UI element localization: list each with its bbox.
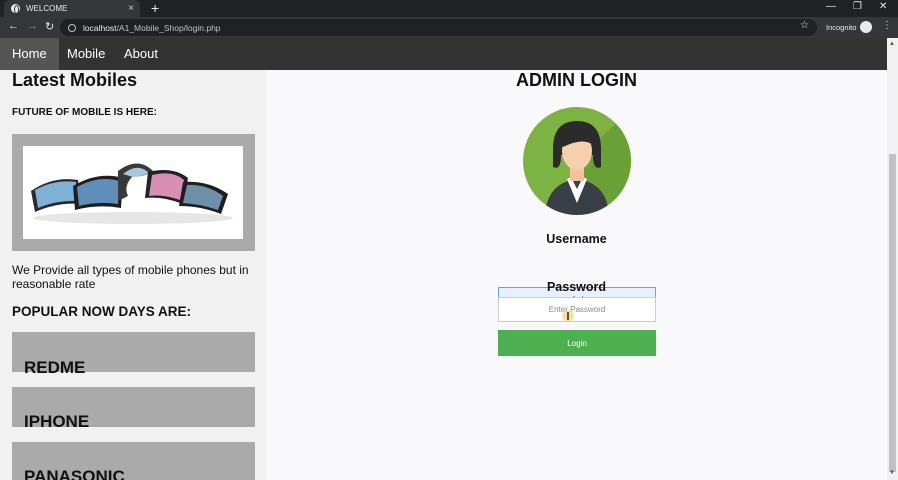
latest-mobiles-heading: Latest Mobiles — [12, 70, 138, 90]
browser-tab[interactable]: WELCOME × — [4, 0, 140, 17]
nav-mobile[interactable]: Mobile — [55, 38, 117, 70]
forward-icon[interactable]: → — [27, 20, 38, 32]
left-sidebar: Latest Mobiles FUTURE OF MOBILE IS HERE: — [0, 70, 266, 480]
close-tab-icon[interactable]: × — [128, 3, 134, 14]
admin-login-title: ADMIN LOGIN — [516, 70, 637, 90]
incognito-label: Incognito — [826, 23, 857, 32]
scroll-up-arrow-icon[interactable]: ▲ — [889, 41, 895, 47]
mouse-cursor-icon — [562, 310, 574, 322]
flexible-phones-image — [23, 146, 243, 239]
scroll-down-arrow-icon[interactable]: ▼ — [889, 470, 895, 476]
scroll-thumb[interactable] — [889, 154, 896, 472]
close-window-icon[interactable]: ✕ — [879, 1, 887, 12]
brand-label-panasonic: PANASONIC — [24, 467, 125, 480]
tab-title: WELCOME — [26, 4, 68, 13]
top-navbar: Home Mobile About — [0, 38, 887, 70]
menu-kebab-icon[interactable]: ⋮ — [882, 20, 892, 31]
reload-icon[interactable]: ↻ — [45, 20, 54, 33]
globe-icon — [11, 4, 20, 14]
new-tab-button[interactable]: + — [151, 0, 159, 16]
back-icon[interactable]: ← — [8, 20, 19, 32]
minimize-icon[interactable]: — — [826, 1, 836, 12]
url-host: localhost — [83, 22, 117, 33]
popular-heading: POPULAR NOW DAYS ARE: — [12, 304, 192, 319]
nav-home[interactable]: Home — [0, 38, 59, 70]
page-viewport: Home Mobile About Latest Mobiles FUTURE … — [0, 38, 887, 480]
browser-tab-strip: WELCOME × + — ❐ ✕ — [0, 0, 898, 17]
address-bar: ← → ↻ localhost /A1_Mobile_Shop/login.ph… — [0, 17, 898, 38]
incognito-icon[interactable] — [860, 21, 872, 33]
url-input[interactable]: localhost /A1_Mobile_Shop/login.php — [60, 19, 817, 36]
future-subheading: FUTURE OF MOBILE IS HERE: — [12, 107, 157, 118]
username-label: Username — [546, 232, 607, 246]
password-input[interactable] — [498, 297, 656, 322]
url-path: /A1_Mobile_Shop/login.php — [116, 22, 221, 33]
bookmark-star-icon[interactable]: ☆ — [800, 20, 809, 31]
mobile-image-frame — [12, 134, 255, 251]
login-button[interactable]: Login — [498, 330, 656, 356]
password-label: Password — [546, 280, 607, 294]
login-panel: ADMIN LOGIN Username Password Login — [266, 70, 887, 480]
description-text: We Provide all types of mobile phones bu… — [12, 263, 249, 291]
info-icon[interactable] — [68, 23, 76, 32]
page-scrollbar[interactable]: ▲ ▼ — [887, 38, 898, 480]
admin-avatar — [523, 107, 631, 215]
nav-about[interactable]: About — [112, 38, 170, 70]
brand-label-iphone: IPHONE — [24, 412, 90, 431]
brand-label-redme: REDME — [24, 358, 86, 377]
restore-icon[interactable]: ❐ — [853, 1, 862, 12]
